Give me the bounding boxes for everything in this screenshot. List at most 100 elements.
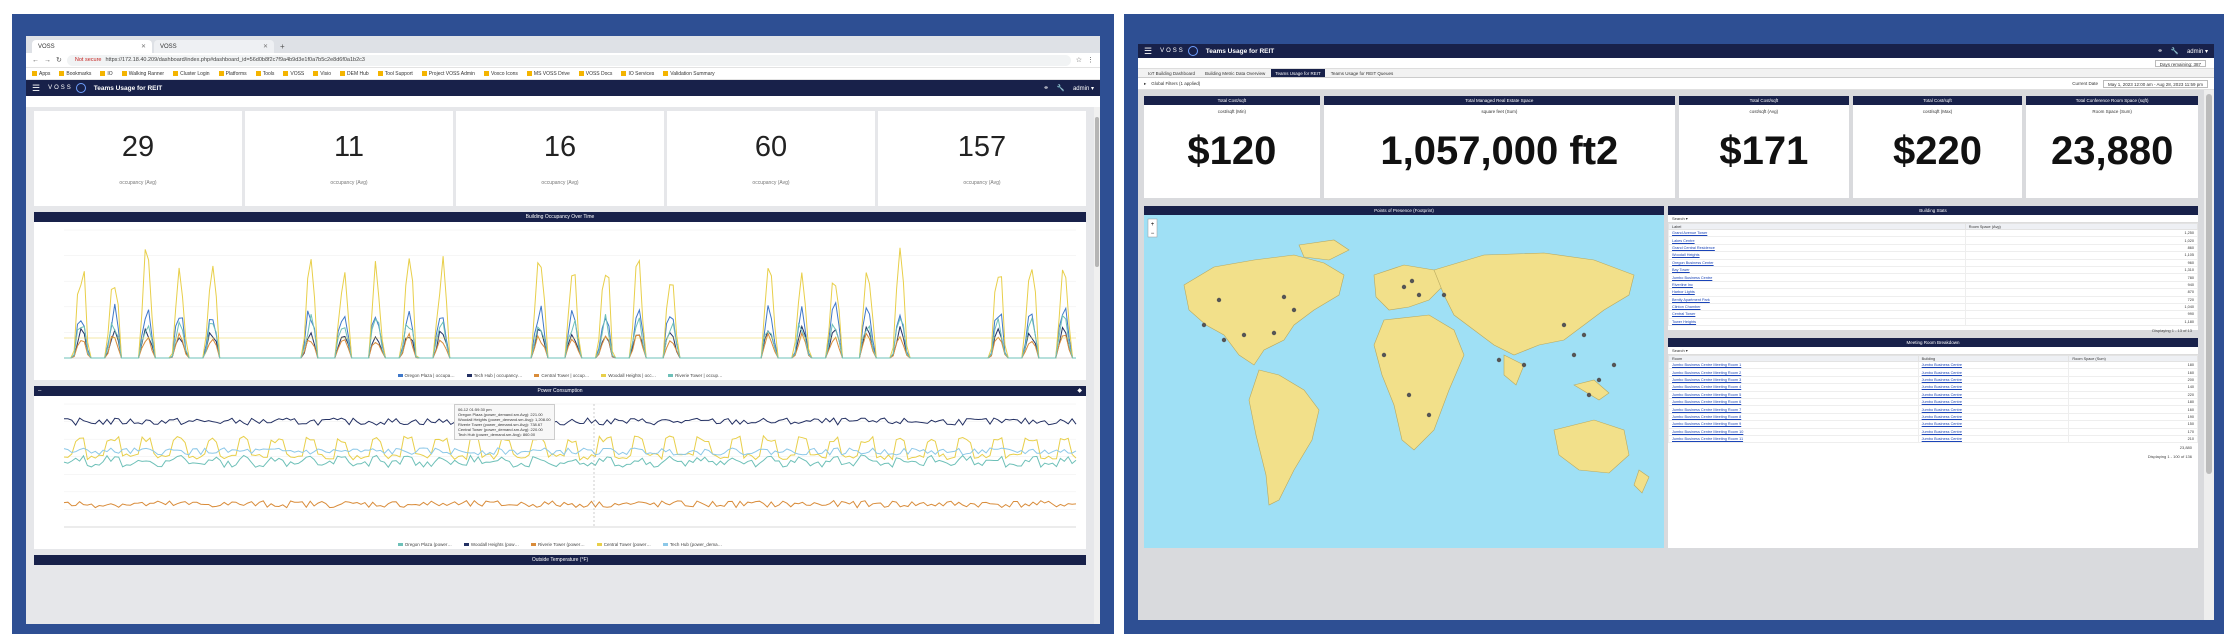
zoom-out-icon[interactable]: − — [1151, 231, 1155, 237]
room-link[interactable]: Jumbo Business Centre Meeting Room 11 — [1668, 434, 1919, 444]
bookmark-item[interactable]: Apps — [32, 71, 50, 77]
bookmark-item[interactable]: Voxco Icons — [484, 71, 518, 77]
table-row[interactable]: Jumbo Business Centre Meeting Room 11 Jum… — [1668, 434, 2198, 444]
bookmark-item[interactable]: VOSS Docs — [579, 71, 613, 77]
building-link[interactable]: Jumbo Business Centre — [1668, 273, 1966, 282]
table-row[interactable]: Jumbo Business Centre 780 — [1668, 273, 2199, 282]
search-dropdown[interactable]: Search ▾ — [1668, 347, 2198, 355]
building-link[interactable]: Jumbo Business Centre — [1917, 434, 2070, 444]
room-link[interactable]: Jumbo Business Centre Meeting Room 6 — [1668, 397, 1919, 407]
location-marker[interactable] — [1381, 352, 1387, 358]
dashboard-tab[interactable]: Teams Usage for REIT — [1271, 69, 1325, 77]
table-row[interactable]: Grand Avenue Tower 1,250 — [1668, 228, 2199, 238]
dashboard-tab[interactable]: IoT Building Dashboard — [1144, 69, 1199, 77]
room-link[interactable]: Jumbo Business Centre Meeting Room 2 — [1668, 368, 1919, 377]
building-link[interactable]: Bently Apartment Park — [1668, 295, 1966, 304]
browser-tab[interactable]: VOSS ✕ — [154, 40, 274, 53]
admin-menu[interactable]: admin ▾ — [1073, 85, 1094, 92]
bookmark-item[interactable]: DEM Hub — [340, 71, 369, 77]
wrench-icon[interactable]: 🔧 — [2171, 47, 2179, 55]
back-icon[interactable]: ← — [32, 57, 39, 64]
bookmark-item[interactable]: Tools — [256, 71, 275, 77]
location-marker[interactable] — [1561, 322, 1567, 328]
room-link[interactable]: Jumbo Business Centre Meeting Room 10 — [1668, 427, 1919, 436]
page-scrollbar[interactable] — [1094, 107, 1100, 624]
location-marker[interactable] — [1281, 294, 1287, 300]
table-row[interactable]: Jumbo Business Centre Meeting Room 8 Jumb… — [1668, 412, 2198, 422]
location-marker[interactable] — [1581, 332, 1587, 338]
table-row[interactable]: Jumbo Business Centre Meeting Room 3 Jumb… — [1668, 375, 2198, 385]
room-link[interactable]: Jumbo Business Centre Meeting Room 3 — [1668, 375, 1919, 385]
building-link[interactable]: Jumbo Business Centre — [1917, 397, 2070, 407]
table-row[interactable]: Woodall Heights 1,105 — [1668, 251, 2199, 260]
location-marker[interactable] — [1406, 392, 1412, 398]
bookmark-item[interactable]: Project VOSS Admin — [422, 71, 475, 77]
bookmark-item[interactable]: IO — [100, 71, 112, 77]
building-link[interactable]: Jumbo Business Centre — [1917, 412, 2070, 422]
room-link[interactable]: Jumbo Business Centre Meeting Room 9 — [1668, 420, 1919, 429]
location-marker[interactable] — [1571, 352, 1577, 358]
bookmark-item[interactable]: IO Services — [621, 71, 654, 77]
page-scrollbar[interactable] — [2204, 90, 2214, 620]
legend-item[interactable]: Riverie Tower | occup… — [668, 373, 722, 378]
url-input[interactable]: Not secure https://172.18.40.209/dashboar… — [66, 54, 1071, 66]
legend-item[interactable]: Woodall Heights | occ… — [601, 373, 656, 378]
link-icon[interactable]: ⚭ — [1043, 84, 1048, 92]
table-row[interactable]: Jumbo Business Centre Meeting Room 1 Jumb… — [1668, 360, 2198, 370]
building-link[interactable]: Jumbo Business Centre — [1917, 390, 2070, 399]
table-row[interactable]: Central Tower 990 — [1668, 310, 2199, 319]
search-dropdown[interactable]: Search ▾ — [1668, 215, 2198, 223]
table-row[interactable]: Jumbo Business Centre Meeting Room 6 Jumb… — [1668, 397, 2198, 407]
room-link[interactable]: Jumbo Business Centre Meeting Room 5 — [1668, 390, 1919, 399]
bookmark-item[interactable]: Validation Summary — [663, 71, 714, 77]
pin-icon[interactable]: ◆ — [1077, 386, 1082, 396]
location-marker[interactable] — [1201, 322, 1207, 328]
building-link[interactable]: Woodall Heights — [1668, 251, 1966, 260]
location-marker[interactable] — [1521, 362, 1527, 368]
bookmark-item[interactable]: Tool Support — [378, 71, 413, 77]
legend-item[interactable]: Oregon Plaza (power… — [397, 542, 452, 547]
table-row[interactable]: Riverline Inc 940 — [1668, 280, 2199, 290]
building-link[interactable]: Bay Tower — [1668, 265, 1966, 275]
star-icon[interactable]: ☆ — [1076, 56, 1082, 64]
location-marker[interactable] — [1441, 292, 1447, 298]
occupancy-chart[interactable] — [34, 222, 1086, 372]
close-icon[interactable]: ✕ — [263, 43, 268, 50]
building-link[interactable]: Harbor Lights — [1668, 288, 1966, 297]
dashboard-tab[interactable]: Teams Usage for REIT Queues — [1327, 69, 1397, 77]
building-link[interactable]: Oregon Business Center — [1668, 258, 1966, 267]
legend-item[interactable]: Oregon Plaza | occupa… — [397, 373, 455, 378]
building-link[interactable]: Clinton Chamber — [1668, 302, 1966, 312]
bookmark-item[interactable]: Cluster Login — [173, 71, 209, 77]
room-link[interactable]: Jumbo Business Centre Meeting Room 4 — [1668, 383, 1919, 392]
forward-icon[interactable]: → — [44, 57, 51, 64]
location-marker[interactable] — [1496, 357, 1502, 363]
filter-icon[interactable]: ▸ — [1144, 81, 1146, 87]
legend-item[interactable]: Riverie Tower (power… — [531, 542, 585, 547]
legend-item[interactable]: Tech Hub | occupancy… — [466, 373, 522, 378]
new-tab-icon[interactable]: + — [276, 42, 289, 53]
wrench-icon[interactable]: 🔧 — [1057, 84, 1065, 92]
scrollbar-thumb[interactable] — [2206, 94, 2212, 474]
table-row[interactable]: Tower Heights 1,180 — [1668, 317, 2199, 327]
building-link[interactable]: Grand Central Residence — [1668, 243, 1966, 253]
legend-item[interactable]: Woodall Heights (pow… — [463, 542, 519, 547]
date-range-picker[interactable]: May 1, 2023 12:00 am - Aug 28, 2023 11:5… — [2103, 79, 2208, 88]
bookmark-item[interactable]: Visio — [313, 71, 331, 77]
building-link[interactable]: Jumbo Business Centre — [1917, 427, 2070, 436]
global-filters-label[interactable]: Global Filters (1 applied) — [1151, 81, 1200, 86]
table-row[interactable]: Grand Central Residence 860 — [1668, 243, 2199, 253]
location-marker[interactable] — [1596, 377, 1602, 383]
close-icon[interactable]: ✕ — [141, 43, 146, 50]
dashboard-tab[interactable]: Building Metric Data Overview — [1201, 69, 1269, 77]
browser-tab[interactable]: VOSS ✕ — [32, 40, 152, 53]
admin-menu[interactable]: admin ▾ — [2187, 48, 2208, 55]
bookmark-item[interactable]: MS VOSS Drive — [527, 71, 570, 77]
building-link[interactable]: Central Tower — [1668, 310, 1966, 319]
table-row[interactable]: Bently Apartment Park 720 — [1668, 295, 2199, 304]
link-icon[interactable]: ⚭ — [2157, 47, 2162, 55]
hamburger-menu-icon[interactable]: ☰ — [1144, 46, 1152, 57]
hamburger-menu-icon[interactable]: ☰ — [32, 83, 40, 94]
building-link[interactable]: Tower Heights — [1668, 317, 1966, 327]
bookmark-item[interactable]: Platforms — [219, 71, 247, 77]
